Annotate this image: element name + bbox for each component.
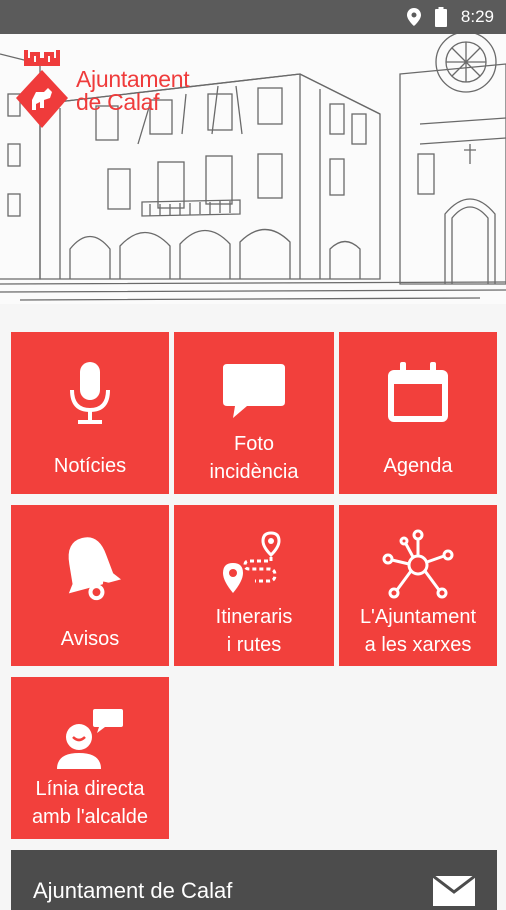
location-icon <box>406 8 421 26</box>
header-illustration: Ajuntament de Calaf <box>0 34 506 304</box>
tile-linia-label-2: amb l'alcalde <box>31 806 149 828</box>
network-icon <box>382 529 454 599</box>
tile-noticies[interactable]: Notícies <box>11 332 169 494</box>
tile-noticies-label: Notícies <box>53 455 127 477</box>
person-chat-icon <box>57 709 123 769</box>
tile-avisos-label: Avisos <box>60 628 120 650</box>
tile-itineraris[interactable]: Itineraris i rutes <box>174 505 334 666</box>
tile-xarxes-label-2: a les xarxes <box>364 634 472 656</box>
tile-foto-incidencia[interactable]: Foto incidència <box>174 332 334 494</box>
tile-linia-label-1: Línia directa <box>35 778 145 800</box>
tile-linia-directa[interactable]: Línia directa amb l'alcalde <box>11 677 169 839</box>
tile-foto-label-1: Foto <box>233 433 275 455</box>
chat-bubble-icon <box>223 364 285 418</box>
status-bar: 8:29 <box>0 0 506 34</box>
footer-bar[interactable]: Ajuntament de Calaf <box>11 850 497 910</box>
battery-icon <box>434 7 447 27</box>
tile-agenda[interactable]: Agenda <box>339 332 497 494</box>
tile-avisos[interactable]: Avisos <box>11 505 169 666</box>
tile-agenda-label: Agenda <box>383 455 453 477</box>
tile-xarxes-label-1: L'Ajuntament <box>359 606 477 628</box>
logo-line-2: de Calaf <box>76 89 160 115</box>
calendar-icon <box>388 362 448 422</box>
logo-line-1: Ajuntament <box>76 66 190 92</box>
status-time: 8:29 <box>460 7 494 26</box>
town-logo: Ajuntament de Calaf <box>14 48 190 134</box>
route-icon <box>223 531 281 593</box>
tile-itineraris-label-2: i rutes <box>226 634 282 656</box>
microphone-icon <box>70 362 110 424</box>
footer-title: Ajuntament de Calaf <box>33 878 233 903</box>
coat-of-arms-icon <box>16 50 68 128</box>
bell-icon <box>68 537 121 601</box>
tile-foto-label-2: incidència <box>209 461 299 483</box>
tile-xarxes[interactable]: L'Ajuntament a les xarxes <box>339 505 497 666</box>
tile-itineraris-label-1: Itineraris <box>215 606 293 628</box>
mail-icon[interactable] <box>433 876 475 906</box>
